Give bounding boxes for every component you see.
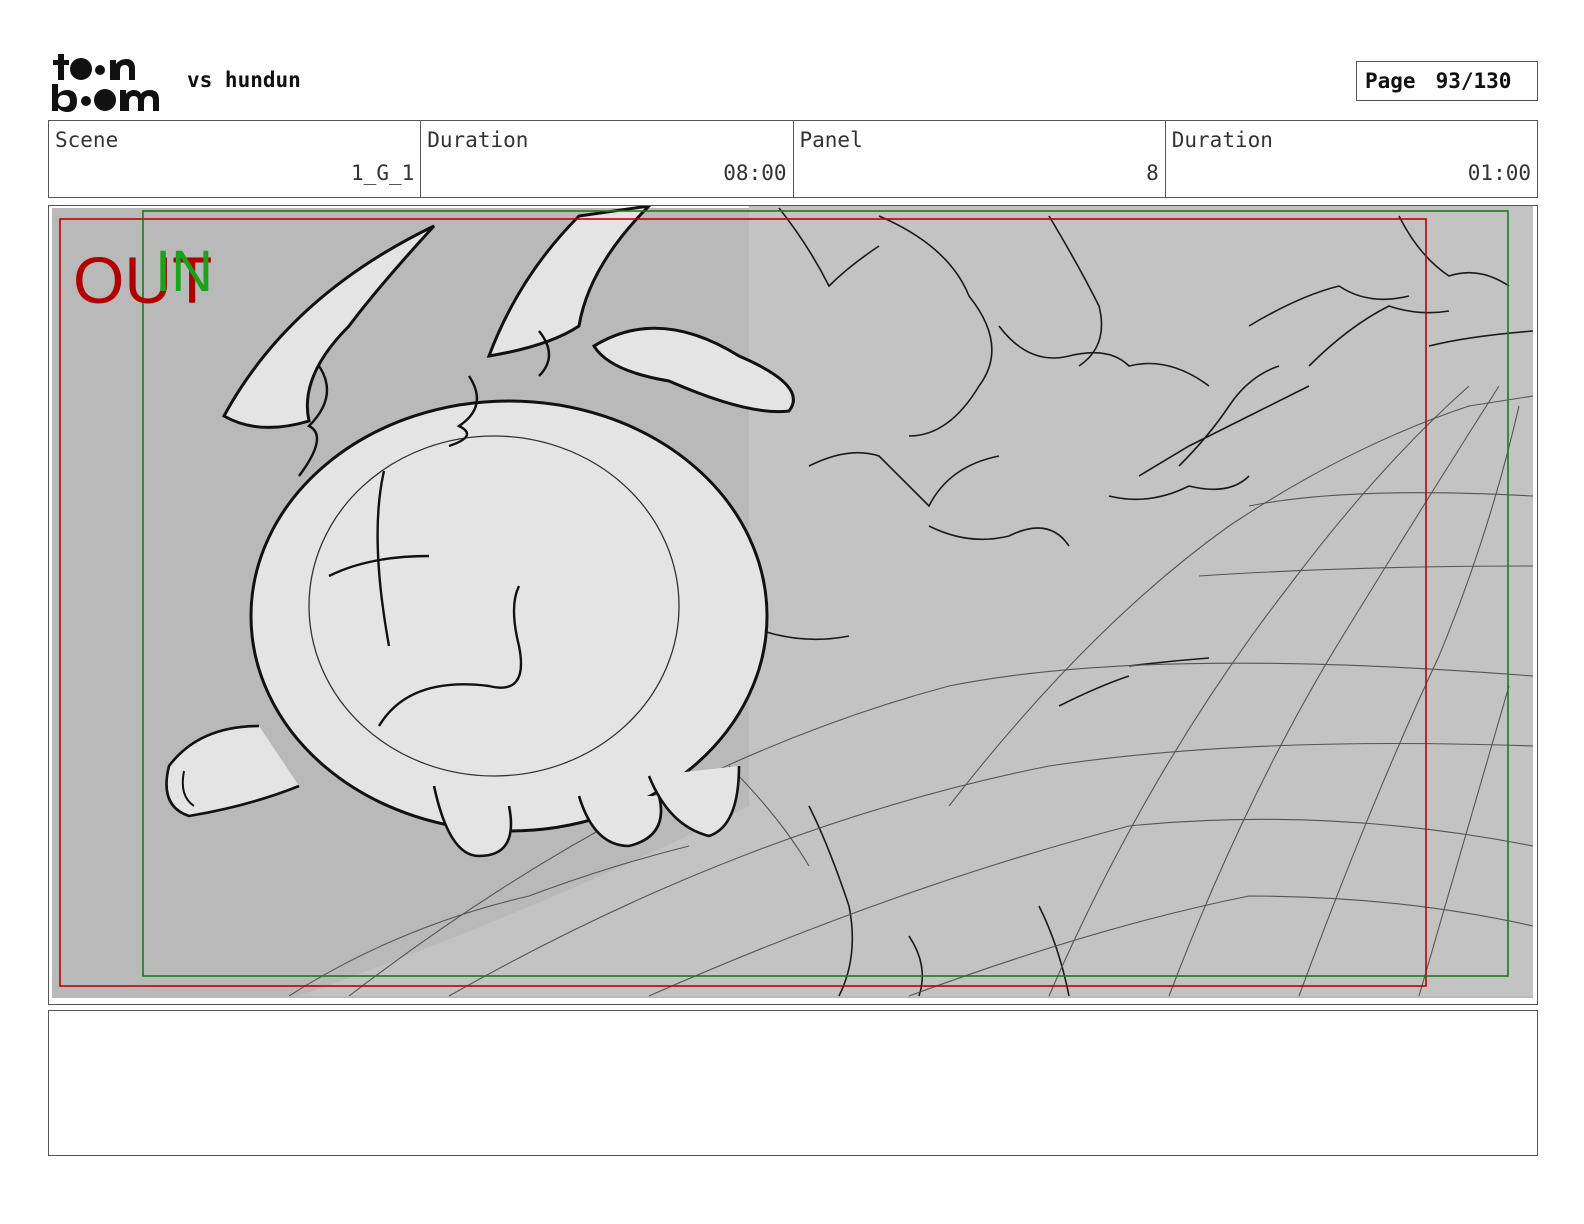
panel-duration-label: Duration <box>1171 128 1273 152</box>
panel-info-bar: Scene 1_G_1 Duration 08:00 Panel 8 Durat… <box>48 120 1538 198</box>
scene-duration-cell: Duration 08:00 <box>421 121 794 197</box>
scene-label: Scene <box>55 128 119 152</box>
in-label: IN <box>155 239 213 304</box>
scene-value: 1_G_1 <box>351 161 415 185</box>
panel-cell: Panel 8 <box>794 121 1166 197</box>
scene-duration-label: Duration <box>427 128 529 152</box>
page-indicator: Page 93/130 <box>1356 61 1538 101</box>
panel-notes-box <box>48 1010 1538 1156</box>
toon-boom-logo <box>52 54 159 112</box>
scene-duration-value: 08:00 <box>723 161 787 185</box>
storyboard-sketch: OUT IN <box>52 206 1534 998</box>
scene-cell: Scene 1_G_1 <box>49 121 422 197</box>
panel-duration-value: 01:00 <box>1467 161 1531 185</box>
project-title: vs hundun <box>187 68 301 92</box>
page-label: Page <box>1365 69 1416 93</box>
panel-value: 8 <box>1146 161 1159 185</box>
panel-label: Panel <box>799 128 863 152</box>
page-number: 93/130 <box>1435 69 1512 93</box>
storyboard-panel-image: OUT IN <box>48 205 1538 1005</box>
panel-duration-cell: Duration 01:00 <box>1166 121 1537 197</box>
